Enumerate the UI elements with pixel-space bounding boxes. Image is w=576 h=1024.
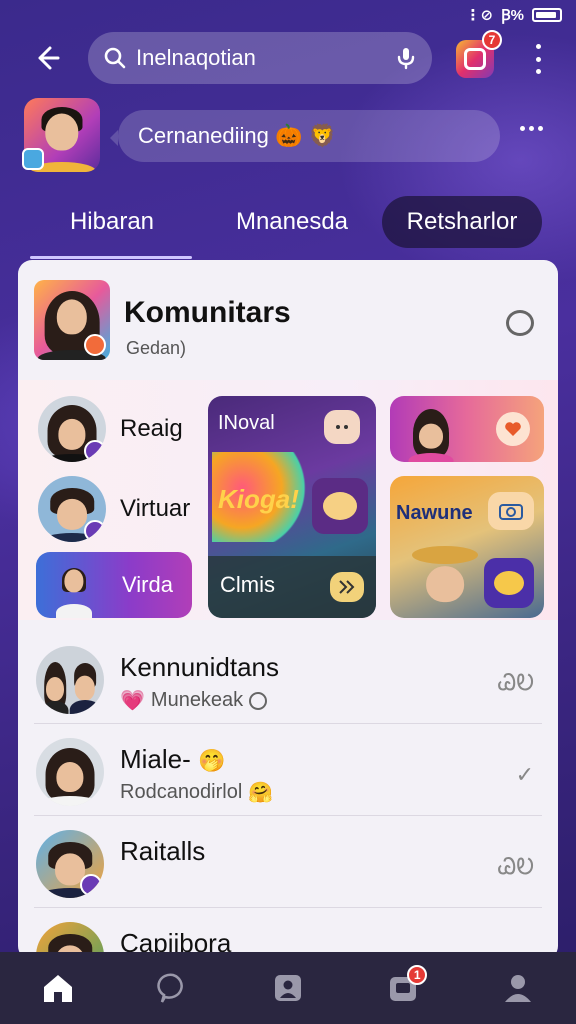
- list-item-title: Miale- 🤭: [120, 744, 226, 774]
- clock-icon: [249, 691, 268, 710]
- nav-profile[interactable]: [488, 963, 548, 1013]
- avatar: [36, 738, 104, 806]
- featured-grid: Reaig Virtuar Virda INoval Kioga! Clmis …: [18, 380, 558, 620]
- grid-tile-right-bottom[interactable]: Nawune: [390, 476, 544, 618]
- avatar: [38, 396, 106, 462]
- bear-icon: [312, 478, 368, 534]
- community-title: Komunitars: [124, 296, 291, 329]
- list-item[interactable]: Raitalls ᏊᎧ: [34, 816, 542, 908]
- community-avatar: [34, 280, 110, 360]
- overflow-menu-button[interactable]: [528, 44, 548, 74]
- grid-item-virtuar[interactable]: Virtuar: [38, 476, 190, 542]
- list-item-title: Raitalls: [120, 836, 206, 866]
- camera-icon[interactable]: [488, 492, 534, 530]
- tab-bar: Hibaran Mnanesda Retsharlor: [0, 196, 576, 248]
- more-options-icon[interactable]: [520, 126, 543, 131]
- chat-bubble-icon: [157, 973, 183, 1003]
- nav-chat[interactable]: [143, 963, 203, 1013]
- community-subtitle: Gedan): [126, 338, 187, 358]
- search-input[interactable]: Inelnaqotian: [136, 45, 396, 71]
- tab-hibaran[interactable]: Hibaran: [40, 196, 184, 248]
- community-header[interactable]: Komunitars Gedan): [34, 280, 542, 362]
- top-bar: Inelnaqotian 7: [0, 30, 576, 86]
- grid-banner-virda[interactable]: Virda: [36, 552, 192, 618]
- battery-icon: [532, 8, 562, 22]
- contact-card-icon: [274, 975, 301, 1001]
- profile-icon: [505, 975, 532, 1002]
- profile-row: Cernanediing 🎃 🦁: [0, 98, 576, 174]
- nav-home[interactable]: [28, 963, 88, 1013]
- avatar: [36, 830, 104, 898]
- read-status-icon: ✓: [515, 762, 534, 787]
- list-item-title: Kennunidtans: [120, 652, 280, 682]
- emoji-icon: 🤗: [248, 782, 274, 804]
- nav-inbox[interactable]: 1: [373, 963, 433, 1013]
- list-item[interactable]: Miale- 🤭 Rodcanodirlol 🤗 ✓: [34, 724, 542, 816]
- status-text: Cernanediing 🎃 🦁: [138, 123, 336, 148]
- list-item[interactable]: Kennunidtans 💗 Munekeak ᏊᎧ: [34, 632, 542, 724]
- nav-contacts[interactable]: [258, 963, 318, 1013]
- conversation-list: Kennunidtans 💗 Munekeak ᏊᎧ Miale- 🤭 Rodc…: [18, 632, 558, 960]
- main-card: Komunitars Gedan) Reaig Virtuar Virda IN…: [18, 260, 558, 960]
- avatar: [36, 646, 104, 714]
- heart-icon[interactable]: [496, 412, 530, 446]
- bear-icon: [484, 558, 534, 608]
- home-icon: [43, 975, 72, 1002]
- chat-bubble-icon[interactable]: [506, 310, 534, 336]
- grid-item-reaig[interactable]: Reaig: [38, 396, 183, 462]
- tab-retsharlor[interactable]: Retsharlor: [382, 196, 542, 248]
- back-arrow-icon: [38, 46, 60, 70]
- status-bar: ⋮⊘ Ꞵ%: [0, 0, 576, 30]
- instagram-icon: [464, 48, 486, 70]
- search-icon: [104, 47, 126, 69]
- bottom-navigation: 1: [0, 952, 576, 1024]
- list-item-subtitle: Rodcanodirlol 🤗: [120, 781, 274, 804]
- list-item-subtitle: 💗 Munekeak: [120, 688, 268, 713]
- search-bar[interactable]: Inelnaqotian: [88, 32, 432, 84]
- grid-tile-game[interactable]: INoval Kioga! Clmis: [208, 396, 376, 618]
- right-art-text: Nawune: [396, 502, 473, 524]
- avatar: [38, 476, 106, 542]
- play-forward-icon[interactable]: [330, 572, 364, 602]
- read-status-icon: ᏊᎧ: [497, 670, 534, 695]
- status-bubble[interactable]: Cernanediing 🎃 🦁: [110, 110, 500, 162]
- tab-indicator: [30, 256, 192, 259]
- inbox-badge: 1: [407, 965, 428, 985]
- tab-mnanesda[interactable]: Mnanesda: [212, 196, 372, 248]
- game-mascot-icon: [324, 410, 360, 444]
- tile-top-label: INoval: [218, 412, 275, 434]
- back-button[interactable]: [28, 40, 64, 76]
- status-text: Ꞵ%: [501, 7, 524, 24]
- read-status-icon: ᏊᎧ: [497, 854, 534, 879]
- grid-item-label: Reaig: [120, 415, 183, 442]
- notification-badge: 7: [482, 30, 502, 50]
- verified-icon: [22, 148, 44, 170]
- game-art-text: Kioga!: [218, 484, 299, 514]
- instagram-button[interactable]: 7: [456, 30, 502, 78]
- grid-tile-right-top[interactable]: [390, 396, 544, 462]
- heart-emoji-icon: 💗: [120, 690, 145, 712]
- grid-item-label: Virtuar: [120, 495, 191, 522]
- signal-icon: ⋮⊘: [465, 7, 494, 24]
- face-emoji-icon: 🤭: [198, 748, 226, 773]
- microphone-icon[interactable]: [396, 46, 416, 70]
- grid-banner-label: Virda: [122, 572, 173, 597]
- tile-bottom-label: Clmis: [220, 572, 275, 597]
